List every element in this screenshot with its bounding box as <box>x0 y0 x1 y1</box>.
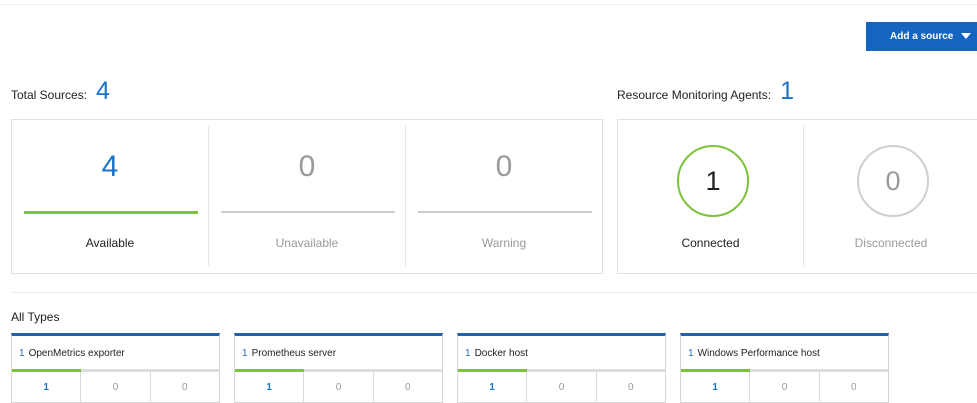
type-card-status-row: 1 0 0 <box>12 372 219 402</box>
type-card-warning[interactable]: 0 <box>597 372 665 402</box>
type-card-name: Windows Performance host <box>697 348 820 359</box>
disconnected-label: Disconnected <box>854 236 928 250</box>
status-available[interactable]: 4 Available <box>12 120 208 273</box>
section-divider <box>12 292 977 293</box>
type-card-name: OpenMetrics exporter <box>28 348 125 359</box>
type-card-available[interactable]: 1 <box>12 372 82 402</box>
disconnected-count: 0 <box>857 145 929 217</box>
type-card-count: 1 <box>688 348 694 359</box>
type-card-openmetrics[interactable]: 1 OpenMetrics exporter 1 0 0 <box>11 333 220 403</box>
available-bar <box>24 211 198 214</box>
agent-connected[interactable]: 1 Connected <box>618 120 803 273</box>
type-card-warning[interactable]: 0 <box>374 372 442 402</box>
add-source-button[interactable]: Add a source <box>866 22 977 51</box>
type-card-available[interactable]: 1 <box>458 372 528 402</box>
type-card-name: Prometheus server <box>251 348 337 359</box>
type-card-status-row: 1 0 0 <box>235 372 442 402</box>
agents-count[interactable]: 1 <box>780 77 794 106</box>
all-types-title: All Types <box>11 310 60 324</box>
type-card-title: 1 Prometheus server <box>242 348 336 359</box>
status-unavailable[interactable]: 0 Unavailable <box>209 120 405 273</box>
type-card-count: 1 <box>465 348 471 359</box>
unavailable-count: 0 <box>298 150 316 183</box>
type-card-prometheus[interactable]: 1 Prometheus server 1 0 0 <box>234 333 443 403</box>
type-card-available[interactable]: 1 <box>235 372 305 402</box>
warning-bar <box>418 211 592 213</box>
caret-down-icon[interactable] <box>961 33 971 39</box>
available-count: 4 <box>101 150 119 183</box>
type-card-title: 1 Docker host <box>465 348 528 359</box>
agents-status-panel: 1 Connected 0 Disconnected <box>617 119 977 274</box>
connected-count: 1 <box>677 145 749 217</box>
add-source-label: Add a source <box>890 31 954 42</box>
total-sources-count[interactable]: 4 <box>96 77 110 106</box>
type-card-status-row: 1 0 0 <box>458 372 665 402</box>
top-divider <box>0 4 977 5</box>
agents-summary: Resource Monitoring Agents: 1 <box>617 77 794 106</box>
type-card-title: 1 Windows Performance host <box>688 348 820 359</box>
total-sources-summary: Total Sources: 4 <box>11 77 110 106</box>
type-card-unavailable[interactable]: 0 <box>750 372 820 402</box>
warning-label: Warning <box>481 236 527 250</box>
unavailable-bar <box>221 211 395 213</box>
type-card-unavailable[interactable]: 0 <box>81 372 151 402</box>
status-warning[interactable]: 0 Warning <box>406 120 602 273</box>
agents-label: Resource Monitoring Agents: <box>617 88 772 102</box>
type-card-name: Docker host <box>474 348 528 359</box>
type-card-count: 1 <box>242 348 248 359</box>
type-card-windows-performance[interactable]: 1 Windows Performance host 1 0 0 <box>680 333 889 403</box>
type-card-count: 1 <box>19 348 25 359</box>
agent-disconnected[interactable]: 0 Disconnected <box>804 120 977 273</box>
available-label: Available <box>85 236 135 250</box>
total-sources-label: Total Sources: <box>11 88 88 102</box>
type-card-warning[interactable]: 0 <box>820 372 888 402</box>
connected-label: Connected <box>681 236 740 250</box>
warning-count: 0 <box>495 150 513 183</box>
type-card-available[interactable]: 1 <box>681 372 751 402</box>
type-card-title: 1 OpenMetrics exporter <box>19 348 125 359</box>
sources-status-panel: 4 Available 0 Unavailable 0 Warning <box>11 119 603 274</box>
type-card-status-row: 1 0 0 <box>681 372 888 402</box>
type-card-warning[interactable]: 0 <box>151 372 219 402</box>
unavailable-label: Unavailable <box>275 236 339 250</box>
type-card-unavailable[interactable]: 0 <box>527 372 597 402</box>
type-card-docker[interactable]: 1 Docker host 1 0 0 <box>457 333 666 403</box>
type-card-unavailable[interactable]: 0 <box>304 372 374 402</box>
